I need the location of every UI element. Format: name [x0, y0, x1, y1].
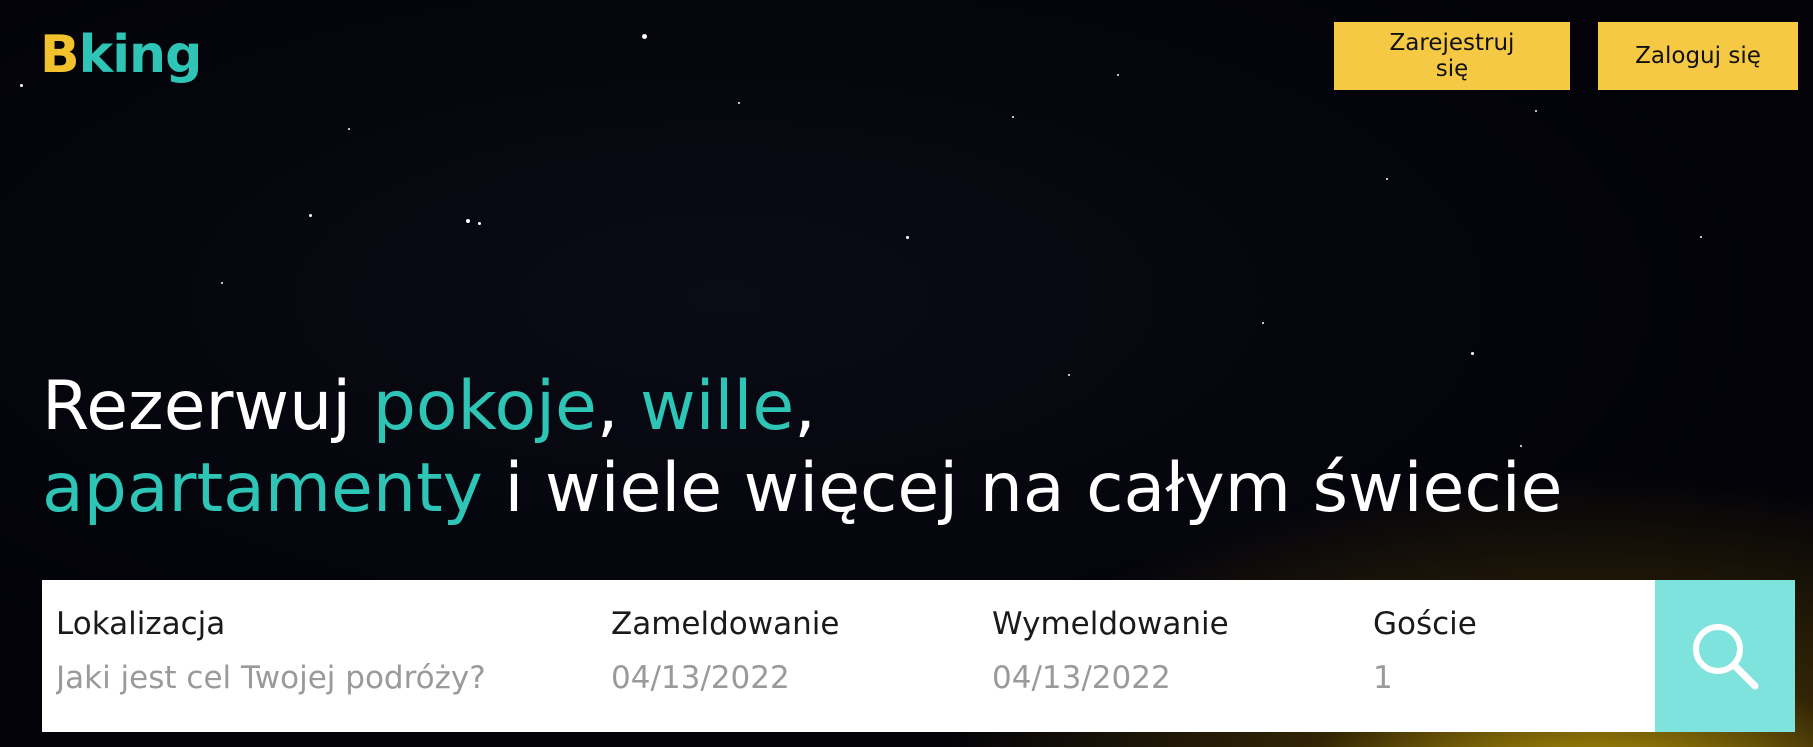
location-input[interactable]: [56, 660, 583, 696]
checkout-field: Wymeldowanie: [978, 580, 1359, 732]
headline-text: i wiele więcej na całym świecie: [482, 449, 1563, 528]
star: [466, 219, 470, 223]
checkout-input[interactable]: [992, 660, 1345, 696]
headline-accent-villas: wille: [640, 367, 795, 446]
headline-separator: ,: [794, 367, 816, 446]
search-icon: [1693, 624, 1759, 690]
checkin-input[interactable]: [611, 660, 964, 696]
star: [1262, 322, 1264, 324]
location-field: Lokalizacja: [42, 580, 597, 732]
star: [1535, 110, 1537, 112]
checkin-label: Zameldowanie: [611, 606, 840, 642]
logo[interactable]: Bking: [40, 20, 203, 90]
star: [309, 214, 312, 217]
checkin-field: Zameldowanie: [597, 580, 978, 732]
star: [20, 84, 23, 87]
star: [478, 222, 481, 225]
guests-field: Goście: [1359, 580, 1642, 732]
star: [906, 236, 909, 239]
auth-buttons: Zarejestruj się Zaloguj się: [1334, 22, 1798, 90]
headline-accent-apartments: apartamenty: [42, 449, 483, 528]
star: [1012, 116, 1014, 118]
headline-text: Rezerwuj: [42, 367, 373, 446]
headline-accent-rooms: pokoje: [372, 367, 597, 446]
star: [738, 102, 740, 104]
star: [348, 128, 350, 130]
star: [642, 34, 647, 39]
login-button[interactable]: Zaloguj się: [1598, 22, 1798, 90]
star: [1471, 352, 1474, 355]
search-button[interactable]: [1655, 580, 1795, 732]
headline-separator: ,: [596, 367, 641, 446]
star: [1117, 74, 1119, 76]
register-button[interactable]: Zarejestruj się: [1334, 22, 1570, 90]
location-label: Lokalizacja: [56, 606, 226, 642]
logo-text: king: [78, 25, 203, 85]
star: [221, 282, 223, 284]
star: [1386, 178, 1388, 180]
search-bar: Lokalizacja Zameldowanie Wymeldowanie Go…: [42, 580, 1795, 732]
logo-first-letter: B: [40, 25, 80, 85]
checkout-label: Wymeldowanie: [992, 606, 1229, 642]
hero-headline: Rezerwuj pokoje, wille, apartamenty i wi…: [42, 366, 1563, 530]
guests-label: Goście: [1373, 606, 1477, 642]
star: [1700, 236, 1702, 238]
guests-input[interactable]: [1373, 660, 1628, 696]
